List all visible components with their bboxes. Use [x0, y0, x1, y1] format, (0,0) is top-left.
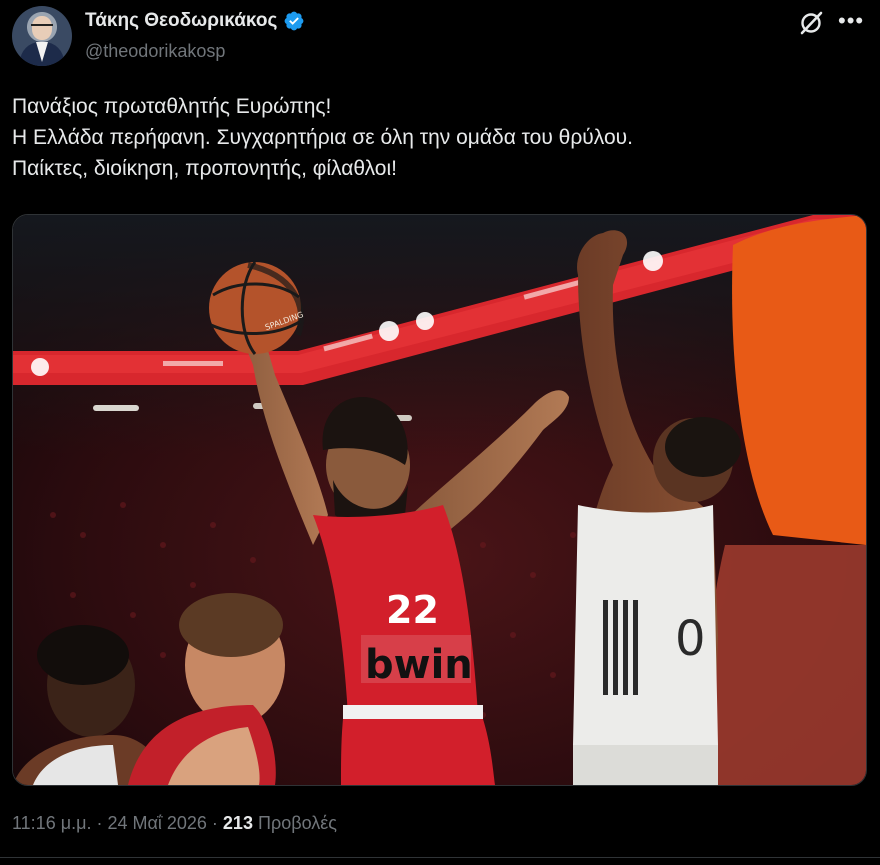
jersey-number: 22 [386, 588, 439, 632]
views-count: 213 [222, 813, 253, 833]
jersey-sponsor: bwin [365, 642, 473, 688]
divider [0, 857, 880, 858]
post-meta: 11:16 μ.μ. · 24 Μαΐ 2026 · 213 Προβολές [12, 813, 337, 834]
svg-text:0: 0 [675, 611, 706, 667]
avatar[interactable] [12, 6, 72, 66]
post-text-line: Η Ελλάδα περήφανη. Συγχαρητήρια σε όλη τ… [12, 126, 633, 149]
verified-badge-icon[interactable] [283, 10, 305, 32]
grok-icon[interactable] [798, 10, 824, 41]
views-label: Προβολές [257, 813, 337, 833]
post-image[interactable]: 0 22 bwin SPALDING [12, 214, 867, 786]
author-handle[interactable]: @theodorikakosp [85, 41, 225, 62]
author-name[interactable]: Τάκης Θεοδωρικάκος [85, 10, 277, 32]
post-time[interactable]: 11:16 μ.μ. [12, 813, 91, 833]
meta-separator: · [91, 813, 108, 833]
more-options-icon[interactable]: ••• [838, 8, 864, 34]
post-header: Τάκης Θεοδωρικάκος @theodorikakosp ••• [0, 0, 880, 80]
post-text-line: Παίκτες, διοίκηση, προπονητής, φίλαθλοι! [12, 157, 397, 180]
post-date[interactable]: 24 Μαΐ 2026 [107, 813, 206, 833]
author-name-row: Τάκης Θεοδωρικάκος [85, 10, 305, 32]
post-text: Πανάξιος πρωταθλητής Ευρώπης! Η Ελλάδα π… [12, 91, 862, 184]
post-text-line: Πανάξιος πρωταθλητής Ευρώπης! [12, 95, 332, 118]
meta-separator: · [206, 813, 223, 833]
